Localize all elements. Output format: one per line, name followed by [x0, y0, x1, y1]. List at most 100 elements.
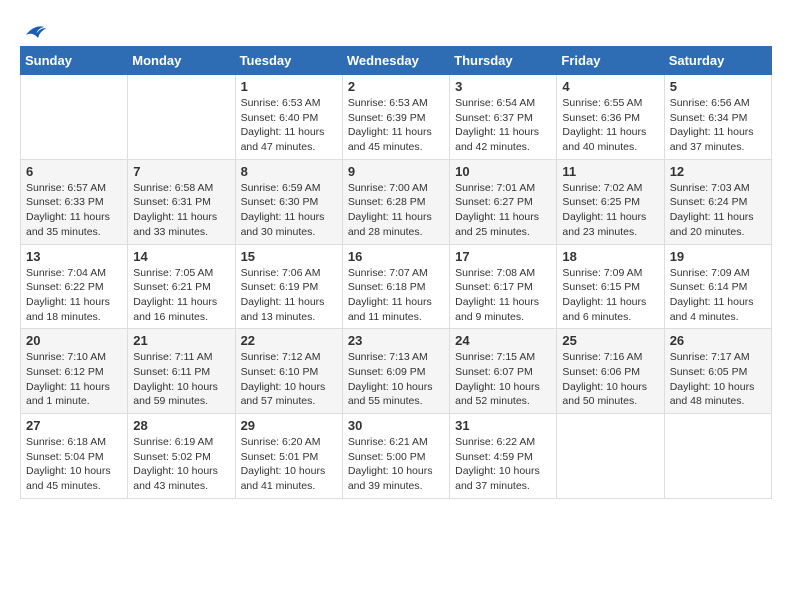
calendar-cell: 27Sunrise: 6:18 AM Sunset: 5:04 PM Dayli…	[21, 414, 128, 499]
day-detail: Sunrise: 7:15 AM Sunset: 6:07 PM Dayligh…	[455, 350, 551, 409]
day-detail: Sunrise: 6:54 AM Sunset: 6:37 PM Dayligh…	[455, 96, 551, 155]
day-number: 2	[348, 79, 444, 94]
calendar-cell: 15 Sunrise: 7:06 AM Sunset: 6:19 PM Dayli…	[235, 244, 342, 329]
logo-bird-icon	[22, 20, 46, 40]
day-detail: Sunrise: 7:02 AM Sunset: 6:25 PM Dayligh…	[562, 181, 658, 240]
day-detail: Sunrise: 7:17 AM Sunset: 6:05 PM Dayligh…	[670, 350, 766, 409]
calendar-cell: 30Sunrise: 6:21 AM Sunset: 5:00 PM Dayli…	[342, 414, 449, 499]
calendar-cell: 16 Sunrise: 7:07 AM Sunset: 6:18 PM Dayli…	[342, 244, 449, 329]
day-number: 22	[241, 333, 337, 348]
day-detail: Sunrise: 6:58 AM Sunset: 6:31 PM Dayligh…	[133, 181, 229, 240]
calendar-cell: 3 Sunrise: 6:54 AM Sunset: 6:37 PM Daylig…	[450, 75, 557, 160]
day-number: 12	[670, 164, 766, 179]
day-number: 23	[348, 333, 444, 348]
calendar-cell: 23 Sunrise: 7:13 AM Sunset: 6:09 PM Dayli…	[342, 329, 449, 414]
week-row: 1 Sunrise: 6:53 AM Sunset: 6:40 PM Daylig…	[21, 75, 772, 160]
day-detail: Sunrise: 7:08 AM Sunset: 6:17 PM Dayligh…	[455, 266, 551, 325]
week-row: 27Sunrise: 6:18 AM Sunset: 5:04 PM Dayli…	[21, 414, 772, 499]
day-detail: Sunrise: 6:22 AM Sunset: 4:59 PM Dayligh…	[455, 435, 551, 494]
day-number: 6	[26, 164, 122, 179]
day-detail: Sunrise: 6:20 AM Sunset: 5:01 PM Dayligh…	[241, 435, 337, 494]
calendar-cell: 13Sunrise: 7:04 AM Sunset: 6:22 PM Dayli…	[21, 244, 128, 329]
day-detail: Sunrise: 7:16 AM Sunset: 6:06 PM Dayligh…	[562, 350, 658, 409]
calendar-cell: 29 Sunrise: 6:20 AM Sunset: 5:01 PM Dayli…	[235, 414, 342, 499]
day-detail: Sunrise: 7:13 AM Sunset: 6:09 PM Dayligh…	[348, 350, 444, 409]
calendar-cell: 12Sunrise: 7:03 AM Sunset: 6:24 PM Dayli…	[664, 159, 771, 244]
day-detail: Sunrise: 6:53 AM Sunset: 6:39 PM Dayligh…	[348, 96, 444, 155]
logo	[20, 20, 46, 36]
calendar-cell: 26 Sunrise: 7:17 AM Sunset: 6:05 PM Dayli…	[664, 329, 771, 414]
calendar-cell: 18 Sunrise: 7:09 AM Sunset: 6:15 PM Dayli…	[557, 244, 664, 329]
day-number: 10	[455, 164, 551, 179]
day-detail: Sunrise: 6:56 AM Sunset: 6:34 PM Dayligh…	[670, 96, 766, 155]
week-row: 13Sunrise: 7:04 AM Sunset: 6:22 PM Dayli…	[21, 244, 772, 329]
day-detail: Sunrise: 6:19 AM Sunset: 5:02 PM Dayligh…	[133, 435, 229, 494]
column-header-saturday: Saturday	[664, 47, 771, 75]
calendar-cell: 17 Sunrise: 7:08 AM Sunset: 6:17 PM Dayli…	[450, 244, 557, 329]
day-number: 18	[562, 249, 658, 264]
day-detail: Sunrise: 7:12 AM Sunset: 6:10 PM Dayligh…	[241, 350, 337, 409]
calendar-cell: 8Sunrise: 6:59 AM Sunset: 6:30 PM Daylig…	[235, 159, 342, 244]
day-detail: Sunrise: 7:04 AM Sunset: 6:22 PM Dayligh…	[26, 266, 122, 325]
day-number: 15	[241, 249, 337, 264]
day-number: 30	[348, 418, 444, 433]
calendar-cell: 11 Sunrise: 7:02 AM Sunset: 6:25 PM Dayli…	[557, 159, 664, 244]
calendar-cell: 21Sunrise: 7:11 AM Sunset: 6:11 PM Dayli…	[128, 329, 235, 414]
day-number: 8	[241, 164, 337, 179]
calendar-cell: 22 Sunrise: 7:12 AM Sunset: 6:10 PM Dayli…	[235, 329, 342, 414]
day-detail: Sunrise: 7:05 AM Sunset: 6:21 PM Dayligh…	[133, 266, 229, 325]
day-detail: Sunrise: 7:07 AM Sunset: 6:18 PM Dayligh…	[348, 266, 444, 325]
calendar-table: SundayMondayTuesdayWednesdayThursdayFrid…	[20, 46, 772, 499]
calendar-cell: 19Sunrise: 7:09 AM Sunset: 6:14 PM Dayli…	[664, 244, 771, 329]
day-number: 28	[133, 418, 229, 433]
day-detail: Sunrise: 7:01 AM Sunset: 6:27 PM Dayligh…	[455, 181, 551, 240]
day-number: 9	[348, 164, 444, 179]
column-header-tuesday: Tuesday	[235, 47, 342, 75]
column-header-thursday: Thursday	[450, 47, 557, 75]
day-detail: Sunrise: 7:09 AM Sunset: 6:15 PM Dayligh…	[562, 266, 658, 325]
day-number: 29	[241, 418, 337, 433]
calendar-cell: 5Sunrise: 6:56 AM Sunset: 6:34 PM Daylig…	[664, 75, 771, 160]
day-number: 19	[670, 249, 766, 264]
calendar-cell: 7 Sunrise: 6:58 AM Sunset: 6:31 PM Daylig…	[128, 159, 235, 244]
day-detail: Sunrise: 7:00 AM Sunset: 6:28 PM Dayligh…	[348, 181, 444, 240]
calendar-cell	[128, 75, 235, 160]
day-detail: Sunrise: 7:10 AM Sunset: 6:12 PM Dayligh…	[26, 350, 122, 409]
day-number: 1	[241, 79, 337, 94]
column-header-friday: Friday	[557, 47, 664, 75]
day-number: 31	[455, 418, 551, 433]
day-number: 17	[455, 249, 551, 264]
calendar-cell: 31 Sunrise: 6:22 AM Sunset: 4:59 PM Dayli…	[450, 414, 557, 499]
day-number: 16	[348, 249, 444, 264]
column-header-wednesday: Wednesday	[342, 47, 449, 75]
calendar-cell: 1 Sunrise: 6:53 AM Sunset: 6:40 PM Daylig…	[235, 75, 342, 160]
day-detail: Sunrise: 7:11 AM Sunset: 6:11 PM Dayligh…	[133, 350, 229, 409]
day-detail: Sunrise: 6:53 AM Sunset: 6:40 PM Dayligh…	[241, 96, 337, 155]
day-detail: Sunrise: 7:06 AM Sunset: 6:19 PM Dayligh…	[241, 266, 337, 325]
week-row: 6Sunrise: 6:57 AM Sunset: 6:33 PM Daylig…	[21, 159, 772, 244]
day-number: 27	[26, 418, 122, 433]
calendar-cell: 20 Sunrise: 7:10 AM Sunset: 6:12 PM Dayli…	[21, 329, 128, 414]
day-number: 14	[133, 249, 229, 264]
calendar-cell: 9 Sunrise: 7:00 AM Sunset: 6:28 PM Daylig…	[342, 159, 449, 244]
calendar-cell: 10 Sunrise: 7:01 AM Sunset: 6:27 PM Dayli…	[450, 159, 557, 244]
day-number: 11	[562, 164, 658, 179]
day-number: 4	[562, 79, 658, 94]
day-number: 26	[670, 333, 766, 348]
header-row: SundayMondayTuesdayWednesdayThursdayFrid…	[21, 47, 772, 75]
calendar-cell: 6Sunrise: 6:57 AM Sunset: 6:33 PM Daylig…	[21, 159, 128, 244]
day-number: 25	[562, 333, 658, 348]
day-number: 20	[26, 333, 122, 348]
calendar-cell	[664, 414, 771, 499]
calendar-cell: 28 Sunrise: 6:19 AM Sunset: 5:02 PM Dayli…	[128, 414, 235, 499]
calendar-cell: 14 Sunrise: 7:05 AM Sunset: 6:21 PM Dayli…	[128, 244, 235, 329]
column-header-monday: Monday	[128, 47, 235, 75]
day-number: 3	[455, 79, 551, 94]
day-number: 24	[455, 333, 551, 348]
day-number: 7	[133, 164, 229, 179]
day-detail: Sunrise: 6:55 AM Sunset: 6:36 PM Dayligh…	[562, 96, 658, 155]
week-row: 20 Sunrise: 7:10 AM Sunset: 6:12 PM Dayli…	[21, 329, 772, 414]
column-header-sunday: Sunday	[21, 47, 128, 75]
calendar-cell: 25 Sunrise: 7:16 AM Sunset: 6:06 PM Dayli…	[557, 329, 664, 414]
calendar-cell: 4 Sunrise: 6:55 AM Sunset: 6:36 PM Daylig…	[557, 75, 664, 160]
